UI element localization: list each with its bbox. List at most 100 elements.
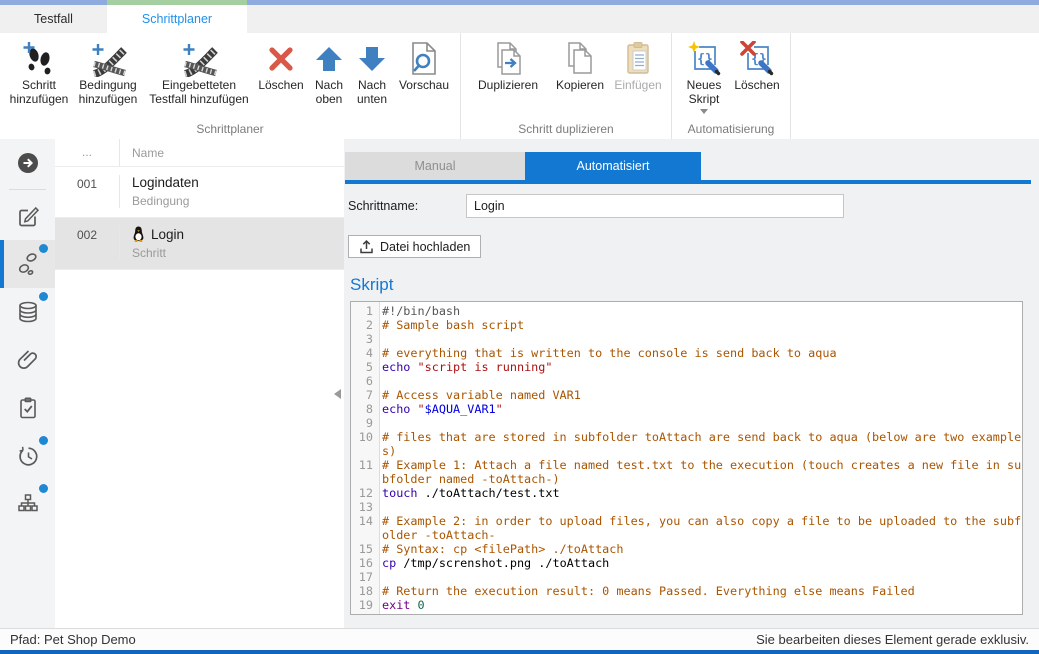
add-step-label: Schritt hinzufügen xyxy=(7,79,71,106)
code-text xyxy=(382,570,1022,584)
add-condition-button[interactable]: Bedingung hinzufügen xyxy=(73,36,143,106)
tab-manual[interactable]: Manual xyxy=(345,152,525,180)
data-badge-dot xyxy=(39,292,48,301)
step-number: 002 xyxy=(55,226,120,260)
code-line: 5echo "script is running" xyxy=(351,360,1022,374)
line-number: 1 xyxy=(351,304,379,318)
line-number: 6 xyxy=(351,374,379,388)
tab-schrittplaner[interactable]: Schrittplaner xyxy=(107,5,247,33)
database-icon xyxy=(16,300,40,324)
line-number: 14 xyxy=(351,514,379,542)
step-name: Logindaten xyxy=(132,175,344,190)
copy-label: Kopieren xyxy=(556,79,604,93)
line-number: 11 xyxy=(351,458,379,486)
sidebar-item-edit[interactable] xyxy=(0,192,55,240)
code-line: 14# Example 2: in order to upload files,… xyxy=(351,514,1022,542)
ribbon-group-schrittplaner: Schritt hinzufügen Bedingung hinzufügen xyxy=(0,33,461,139)
line-number: 9 xyxy=(351,416,379,430)
code-line: 16cp /tmp/screnshot.png ./toAttach xyxy=(351,556,1022,570)
ribbon-group-label-schrittplaner: Schrittplaner xyxy=(0,122,460,136)
code-line: 9 xyxy=(351,416,1022,430)
step-row-001[interactable]: 001 Logindaten Bedingung xyxy=(55,167,344,218)
new-script-dropdown-icon[interactable] xyxy=(700,109,708,118)
sidebar-divider xyxy=(9,189,46,190)
step-name: Login xyxy=(132,226,344,242)
app-tab-bar: Testfall Schrittplaner xyxy=(0,5,1039,33)
preview-button[interactable]: Vorschau xyxy=(395,36,453,93)
history-icon xyxy=(16,444,40,468)
code-line: 8echo "$AQUA_VAR1" xyxy=(351,402,1022,416)
duplicate-button[interactable]: Duplizieren xyxy=(468,36,548,93)
sidebar-item-data[interactable] xyxy=(0,288,55,336)
steps-badge-dot xyxy=(39,244,48,253)
code-text: echo "$AQUA_VAR1" xyxy=(382,402,1022,416)
copy-button[interactable]: Kopieren xyxy=(550,36,610,93)
code-text: # Syntax: cp <filePath> ./toAttach xyxy=(382,542,1022,556)
upload-file-label: Datei hochladen xyxy=(380,240,470,254)
ribbon: Schritt hinzufügen Bedingung hinzufügen xyxy=(0,33,1039,140)
upload-file-button[interactable]: Datei hochladen xyxy=(348,235,481,258)
add-step-button[interactable]: Schritt hinzufügen xyxy=(7,36,71,106)
detail-area: Manual Automatisiert Schrittname: Datei … xyxy=(344,139,1039,628)
code-line: 17 xyxy=(351,570,1022,584)
sidebar-item-tasks[interactable] xyxy=(0,384,55,432)
sidebar-item-navigate[interactable] xyxy=(0,139,55,187)
line-number: 2 xyxy=(351,318,379,332)
new-script-label: Neues Skript xyxy=(679,79,729,106)
code-line: 11# Example 1: Attach a file named test.… xyxy=(351,458,1022,486)
add-condition-icon xyxy=(89,39,127,79)
line-number: 13 xyxy=(351,500,379,514)
arrow-up-icon xyxy=(314,39,344,79)
move-down-button[interactable]: Nach unten xyxy=(351,36,393,106)
steps-list-header: ... Name xyxy=(55,139,344,167)
copy-icon xyxy=(563,39,597,79)
sidebar-item-history[interactable] xyxy=(0,432,55,480)
add-embedded-testcase-icon xyxy=(180,39,218,79)
line-number: 10 xyxy=(351,430,379,458)
code-line: 10# files that are stored in subfolder t… xyxy=(351,430,1022,458)
delete-label: Löschen xyxy=(258,79,303,93)
add-embedded-testcase-label: Eingebetteten Testfall hinzufügen xyxy=(145,79,253,106)
sidebar-item-attachments[interactable] xyxy=(0,336,55,384)
code-text: # files that are stored in subfolder toA… xyxy=(382,430,1022,458)
paste-button[interactable]: Einfügen xyxy=(612,36,664,93)
navigate-circle-icon xyxy=(16,151,40,175)
line-number: 19 xyxy=(351,598,379,612)
step-type: Schritt xyxy=(132,246,344,260)
code-line: 13 xyxy=(351,500,1022,514)
add-step-icon xyxy=(21,39,57,79)
delete-script-icon: {} xyxy=(740,39,774,79)
code-text: #!/bin/bash xyxy=(382,304,1022,318)
line-number: 8 xyxy=(351,402,379,416)
tab-testfall[interactable]: Testfall xyxy=(0,5,107,33)
paste-clipboard-icon xyxy=(621,39,655,79)
new-script-icon: {} xyxy=(687,39,721,79)
sidebar-item-hierarchy[interactable] xyxy=(0,480,55,528)
column-header-name: Name xyxy=(120,146,344,160)
code-line: 4# everything that is written to the con… xyxy=(351,346,1022,360)
panel-collapse-icon[interactable] xyxy=(334,389,341,399)
move-up-button[interactable]: Nach oben xyxy=(309,36,349,106)
line-number: 17 xyxy=(351,570,379,584)
code-text: # Return the execution result: 0 means P… xyxy=(382,584,1022,598)
tab-automatisiert[interactable]: Automatisiert xyxy=(525,152,701,180)
script-code-editor[interactable]: 1#!/bin/bash2# Sample bash script34# eve… xyxy=(350,301,1023,615)
sidebar-item-steps[interactable] xyxy=(0,240,55,288)
hierarchy-badge-dot xyxy=(39,484,48,493)
code-text: exit 0 xyxy=(382,598,1022,612)
code-line: 18# Return the execution result: 0 means… xyxy=(351,584,1022,598)
step-name-input[interactable] xyxy=(466,194,844,218)
add-embedded-testcase-button[interactable]: Eingebetteten Testfall hinzufügen xyxy=(145,36,253,106)
line-number: 5 xyxy=(351,360,379,374)
ribbon-group-automatisierung: {} Neues Skript {} Löschen xyxy=(672,33,791,139)
delete-script-button[interactable]: {} Löschen xyxy=(731,36,783,93)
preview-label: Vorschau xyxy=(399,79,449,93)
status-lock-message: Sie bearbeiten dieses Element gerade exk… xyxy=(756,632,1029,647)
line-number: 15 xyxy=(351,542,379,556)
delete-button[interactable]: Löschen xyxy=(255,36,307,93)
step-row-002[interactable]: 002 Login Schritt xyxy=(55,218,344,270)
new-script-button[interactable]: {} Neues Skript xyxy=(679,36,729,118)
line-number: 18 xyxy=(351,584,379,598)
preview-icon xyxy=(409,39,439,79)
code-text: # everything that is written to the cons… xyxy=(382,346,1022,360)
